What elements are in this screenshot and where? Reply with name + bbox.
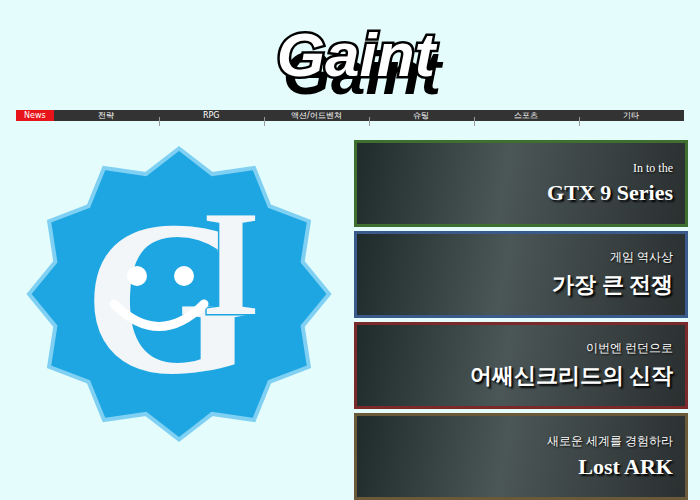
- banner-subtitle: 새로운 세계를 경험하라: [547, 433, 673, 450]
- page: GaintGaintNews전략RPG액션/어드벤쳐슈팅스포츠기타GIIn to…: [0, 0, 700, 500]
- nav-item[interactable]: News: [16, 110, 54, 121]
- banner-subtitle: In to the: [633, 161, 673, 176]
- nav-item[interactable]: 액션/어드벤쳐: [264, 110, 369, 121]
- banner[interactable]: 새로운 세계를 경험하라 Lost ARK: [354, 413, 688, 500]
- banner-title: 어쌔신크리드의 신작: [470, 361, 674, 391]
- svg-text:Gaint: Gaint: [277, 20, 438, 89]
- nav-item[interactable]: 전략: [54, 110, 159, 121]
- banner-subtitle: 게임 역사상: [610, 249, 673, 266]
- banner-title: GTX 9 Series: [547, 180, 673, 206]
- content: GI In to the GTX 9 Series 게임 역사상가장 큰 전쟁이번엔 …: [0, 140, 700, 500]
- site-logo[interactable]: GaintGaint: [240, 0, 460, 110]
- banner-title: Lost ARK: [578, 454, 673, 480]
- nav-item[interactable]: 슈팅: [369, 110, 474, 121]
- nav-item[interactable]: 스포츠: [474, 110, 579, 121]
- nav-item[interactable]: 기타: [579, 110, 684, 121]
- banner-title: 가장 큰 전쟁: [552, 270, 673, 300]
- header: GaintGaint: [0, 0, 700, 110]
- banner-subtitle: 이번엔 런던으로: [586, 340, 673, 357]
- nav-bar: News전략RPG액션/어드벤쳐슈팅스포츠기타: [16, 110, 684, 121]
- banner[interactable]: 게임 역사상가장 큰 전쟁: [354, 231, 688, 318]
- svg-text:I: I: [202, 180, 260, 346]
- badge-icon: GI: [19, 144, 339, 444]
- badge-area: GI: [4, 140, 354, 500]
- banner[interactable]: 이번엔 런던으로어쌔신크리드의 신작: [354, 322, 688, 409]
- banner[interactable]: In to the GTX 9 Series: [354, 140, 688, 227]
- nav-item[interactable]: RPG: [159, 110, 264, 121]
- banner-list: In to the GTX 9 Series 게임 역사상가장 큰 전쟁이번엔 런던…: [354, 140, 688, 500]
